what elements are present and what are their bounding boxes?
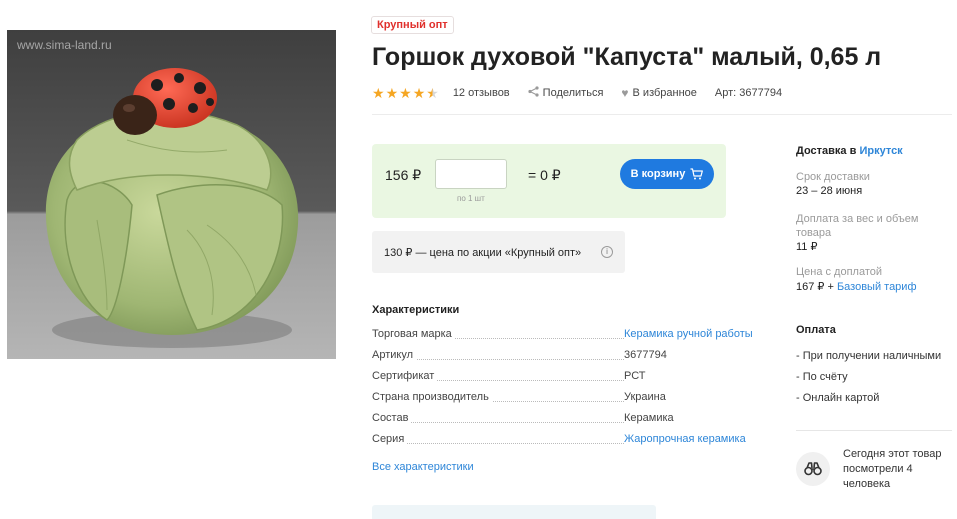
reviews-count: 12 отзывов (452, 87, 510, 99)
spec-key: Состав (372, 412, 412, 424)
right-divider (796, 430, 952, 431)
payment-option: - Онлайн картой (796, 392, 880, 404)
delivery-title: Доставка в Иркутск (796, 145, 903, 157)
spec-key: Серия (372, 433, 408, 445)
product-meta: ★ ★ ★ ★ ★ 12 отзывов Поделиться ♥ В избр… (372, 85, 800, 101)
product-image[interactable]: www.sima-land.ru (7, 30, 336, 359)
bottom-panel (372, 505, 656, 519)
delivery-term-label: Срок доставки (796, 171, 870, 183)
payment-option: - При получении наличными (796, 350, 942, 362)
reviews-link[interactable]: 12 отзывов (453, 87, 510, 99)
add-to-cart-label: В корзину (630, 168, 686, 180)
buy-box: 156 ₽ по 1 шт = 0 ₽ В корзину (372, 144, 726, 218)
cart-icon (690, 168, 704, 180)
spec-key: Сертификат (372, 370, 438, 382)
spec-value: Керамика (624, 412, 674, 424)
binoculars-icon (796, 452, 830, 486)
star-icon: ★ (412, 85, 426, 101)
delivery-term-value: 23 – 28 июня (796, 185, 863, 197)
rating-stars[interactable]: ★ ★ ★ ★ ★ (372, 86, 439, 100)
spec-value-link[interactable]: Керамика ручной работы (624, 328, 753, 340)
product-title: Горшок духовой "Капуста" малый, 0,65 л (372, 43, 882, 71)
share-label: Поделиться (542, 87, 604, 99)
total-with-fee: 167 ₽ + Базовый тариф (796, 280, 917, 293)
spec-row: Серия Жаропрочная керамика (372, 433, 762, 454)
viewers-text: Сегодня этот товар посмотрели 4 человека (843, 448, 942, 490)
share-button[interactable]: Поделиться (528, 86, 604, 100)
tariff-link[interactable]: Базовый тариф (837, 281, 917, 293)
favorite-button[interactable]: ♥ В избранное (621, 86, 697, 100)
spec-value: 3677794 (624, 349, 667, 361)
wholesale-badge[interactable]: Крупный опт (371, 16, 454, 34)
product-photo-drawing (7, 30, 336, 359)
spec-row: Сертификат РСТ (372, 370, 762, 391)
spec-row: Артикул 3677794 (372, 349, 762, 370)
all-specs-link[interactable]: Все характеристики (372, 461, 474, 473)
spec-value-link[interactable]: Жаропрочная керамика (624, 433, 746, 445)
info-icon[interactable]: i (601, 246, 613, 258)
unit-price: 156 ₽ (385, 167, 422, 183)
star-icon: ★ (372, 85, 385, 101)
spec-row: Страна производитель Украина (372, 391, 762, 412)
extra-fee-value: 11 ₽ (796, 241, 818, 253)
star-half-icon: ★ (426, 85, 439, 101)
payment-title: Оплата (796, 324, 836, 336)
star-icon: ★ (385, 85, 399, 101)
header-divider (372, 114, 952, 115)
article-number: Арт: 3677794 (714, 87, 783, 99)
total-with-fee-label: Цена с доплатой (796, 266, 883, 278)
share-icon (528, 86, 539, 100)
spec-value: Украина (624, 391, 666, 403)
promo-price: 130 ₽ — цена по акции «Крупный опт» i (372, 231, 625, 273)
star-icon: ★ (399, 85, 412, 101)
favorite-label: В избранное (632, 87, 697, 99)
total-with-fee-value: 167 ₽ + (796, 281, 834, 293)
promo-text: 130 ₽ — цена по акции «Крупный опт» (384, 246, 582, 259)
total-price: = 0 ₽ (528, 167, 561, 183)
spec-key: Артикул (372, 349, 417, 361)
spec-row: Состав Керамика (372, 412, 762, 433)
delivery-city-link[interactable]: Иркутск (859, 145, 902, 157)
specs-list: Торговая марка Керамика ручной работы Ар… (372, 328, 762, 454)
spec-row: Торговая марка Керамика ручной работы (372, 328, 762, 349)
quantity-note: по 1 шт (457, 194, 485, 203)
delivery-prefix: Доставка в (796, 145, 857, 157)
payment-option: - По счёту (796, 371, 848, 383)
extra-fee-label: Доплата за вес и объем товара (796, 213, 919, 239)
spec-key: Торговая марка (372, 328, 455, 340)
spec-value: РСТ (624, 370, 646, 382)
image-watermark: www.sima-land.ru (17, 38, 112, 52)
quantity-input[interactable] (435, 159, 507, 189)
heart-icon: ♥ (621, 86, 629, 100)
add-to-cart-button[interactable]: В корзину (620, 159, 714, 189)
specs-title: Характеристики (372, 304, 460, 316)
spec-dots (372, 443, 624, 444)
spec-key: Страна производитель (372, 391, 492, 403)
